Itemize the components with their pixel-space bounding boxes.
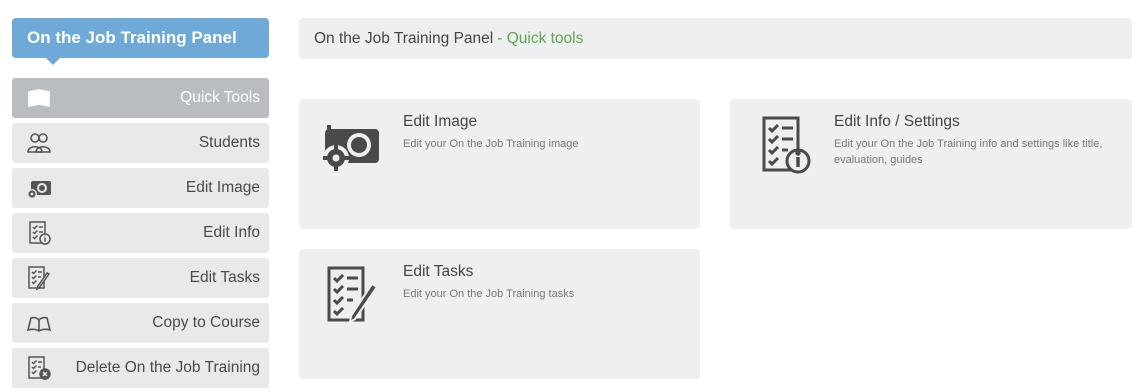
checklist-pen-icon <box>321 265 383 327</box>
breadcrumb: On the Job Training Panel - Quick tools <box>299 18 1132 59</box>
book-icon <box>24 308 54 338</box>
panel-title: On the Job Training Panel <box>12 18 269 65</box>
card-description: Edit your On the Job Training info and s… <box>834 138 1103 166</box>
card-description: Edit your On the Job Training tasks <box>403 288 575 300</box>
camera-icon <box>321 115 383 177</box>
checklist-delete-icon <box>24 353 54 383</box>
card-edit-image[interactable]: Edit Image Edit your On the Job Training… <box>299 99 700 229</box>
sidebar-item-copy-to-course[interactable]: Copy to Course <box>12 303 269 343</box>
sidebar-item-edit-info[interactable]: Edit Info <box>12 213 269 253</box>
sidebar: Quick Tools Students Edit Image Edit Inf… <box>12 78 269 392</box>
sidebar-item-label: Quick Tools <box>180 89 260 106</box>
card-title: Edit Tasks <box>403 263 474 280</box>
card-edit-tasks[interactable]: Edit Tasks Edit your On the Job Training… <box>299 249 700 379</box>
breadcrumb-sub: - Quick tools <box>497 29 584 47</box>
sidebar-item-edit-tasks[interactable]: Edit Tasks <box>12 258 269 298</box>
panel-title-text: On the Job Training Panel <box>27 28 237 47</box>
camera-icon <box>24 173 54 203</box>
breadcrumb-main: On the Job Training Panel <box>314 29 494 47</box>
checklist-info-icon <box>24 218 54 248</box>
sidebar-item-label: Edit Tasks <box>189 269 260 286</box>
sidebar-item-quick-tools[interactable]: Quick Tools <box>12 78 269 118</box>
panel-title-arrow <box>46 58 60 65</box>
checklist-pen-icon <box>24 263 54 293</box>
students-icon <box>24 128 54 158</box>
checklist-info-icon <box>752 115 814 177</box>
sidebar-item-label: Delete On the Job Training <box>75 359 260 376</box>
card-title: Edit Info / Settings <box>834 113 960 130</box>
sidebar-item-delete[interactable]: Delete On the Job Training <box>12 348 269 388</box>
sidebar-item-edit-image[interactable]: Edit Image <box>12 168 269 208</box>
sidebar-item-label: Copy to Course <box>152 314 260 331</box>
sidebar-item-label: Edit Image <box>185 179 260 196</box>
card-title: Edit Image <box>403 113 478 130</box>
sidebar-item-label: Students <box>198 134 260 151</box>
sidebar-item-students[interactable]: Students <box>12 123 269 163</box>
sidebar-item-label: Edit Info <box>203 224 260 241</box>
quick-tools-icon <box>24 83 54 113</box>
card-description: Edit your On the Job Training image <box>403 138 579 150</box>
card-edit-info[interactable]: Edit Info / Settings Edit your On the Jo… <box>730 99 1132 229</box>
